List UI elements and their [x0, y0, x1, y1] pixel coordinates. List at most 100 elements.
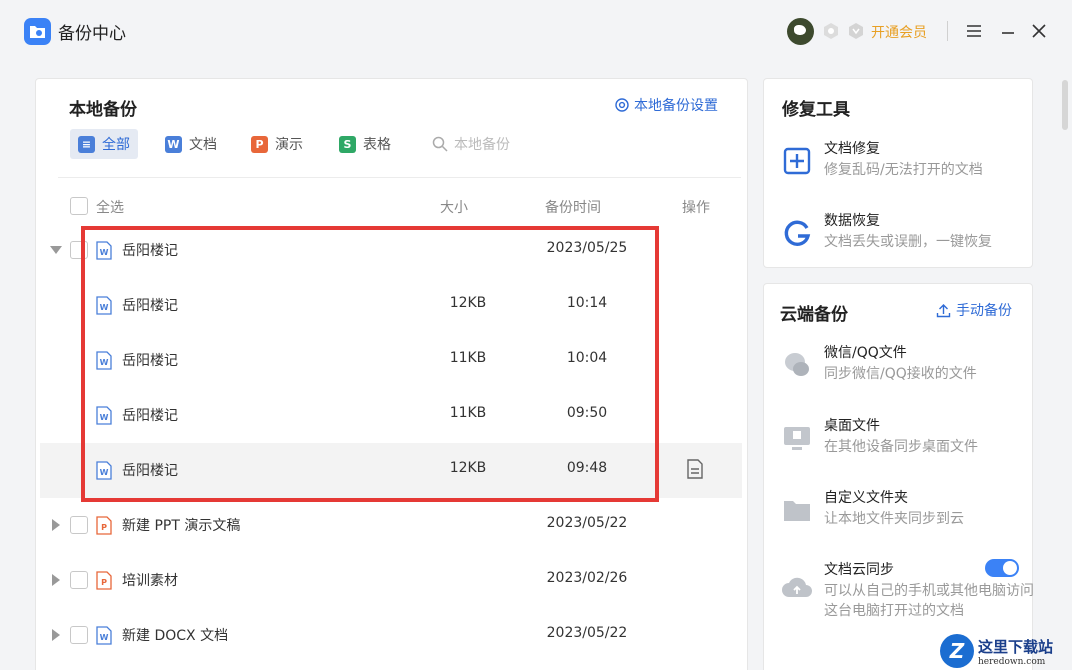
local-backup-settings-link[interactable]: 本地备份设置: [614, 95, 718, 115]
file-name: 岳阳楼记: [122, 353, 178, 369]
tool-desc: 修复乱码/无法打开的文档: [824, 162, 983, 178]
expand-arrow-icon[interactable]: [50, 627, 62, 643]
manual-backup-label: 手动备份: [956, 303, 1012, 319]
titlebar-divider: [947, 21, 948, 41]
table-row[interactable]: W 岳阳楼记 12KB 10:14: [40, 278, 742, 333]
open-file-icon[interactable]: [686, 459, 704, 479]
data-recovery-icon: [784, 220, 811, 246]
settings-label: 本地备份设置: [634, 98, 718, 114]
svg-text:W: W: [100, 303, 109, 312]
watermark-text: 这里下载站 heredown.com: [978, 636, 1053, 667]
cloud-item-name: 桌面文件: [824, 418, 880, 434]
select-all-checkbox[interactable]: [70, 197, 88, 215]
table-row[interactable]: W 岳阳楼记 11KB 09:50: [40, 388, 742, 443]
open-vip-link[interactable]: 开通会员: [871, 22, 927, 42]
minimize-button[interactable]: [997, 20, 1019, 42]
ppt-icon: P: [251, 135, 268, 153]
local-backup-panel: 本地备份 本地备份设置 ≡ 全部 W 文档 P 演示 S 表格 本地备份 全选 …: [35, 78, 748, 670]
table-row[interactable]: W 岳阳楼记 2023/05/25: [40, 223, 742, 278]
menu-button[interactable]: [963, 20, 985, 42]
svg-text:W: W: [100, 413, 109, 422]
col-time: 备份时间: [545, 200, 601, 216]
expand-arrow-icon[interactable]: [50, 517, 62, 533]
minimize-icon: [1002, 32, 1014, 34]
data-recovery-tool[interactable]: 数据恢复 文档丢失或误删，一键恢复: [780, 210, 1030, 258]
search-icon: [432, 136, 448, 152]
word-file-icon: W: [96, 406, 112, 425]
row-checkbox[interactable]: [70, 516, 88, 534]
menu-icon: [967, 25, 981, 37]
filter-all-label: 全部: [102, 137, 130, 153]
cloud-item-desc: 在其他设备同步桌面文件: [824, 439, 978, 455]
cloud-backup-panel: 云端备份 手动备份 微信/QQ文件 同步微信/QQ接收的文件 桌面文件 在其他设…: [763, 283, 1034, 670]
file-size: 11KB: [449, 405, 487, 421]
search-placeholder: 本地备份: [454, 137, 510, 153]
filter-ppt[interactable]: P 演示: [251, 129, 303, 159]
word-file-icon: W: [96, 626, 112, 645]
backup-time: 2023/05/25: [546, 240, 628, 256]
divider: [58, 177, 741, 178]
repair-tools-panel: 修复工具 文档修复 修复乱码/无法打开的文档 数据恢复 文档丢失或误删，一键恢复: [763, 78, 1033, 268]
app-logo-icon: [24, 18, 51, 45]
cloud-item-chat[interactable]: 微信/QQ文件 同步微信/QQ接收的文件: [780, 342, 1030, 390]
table-row[interactable]: W 新建 DOCX 文档 2023/05/22: [40, 608, 742, 663]
filter-ppt-label: 演示: [275, 137, 303, 153]
member-badge-icon: [824, 23, 838, 39]
filter-doc-label: 文档: [189, 137, 217, 153]
backup-time: 2023/05/22: [546, 515, 628, 531]
file-size: 11KB: [449, 350, 487, 366]
cloud-item-name: 自定义文件夹: [824, 490, 908, 506]
table-row[interactable]: P 新建 PPT 演示文稿 2023/05/22: [40, 498, 742, 553]
cloud-item-desc: 让本地文件夹同步到云: [824, 511, 964, 527]
doc-repair-tool[interactable]: 文档修复 修复乱码/无法打开的文档: [780, 138, 1030, 186]
svg-text:W: W: [100, 358, 109, 367]
doc-sync-toggle[interactable]: [985, 559, 1019, 577]
cloud-item-desktop[interactable]: 桌面文件 在其他设备同步桌面文件: [780, 415, 1030, 463]
file-name: 岳阳楼记: [122, 298, 178, 314]
doc-repair-icon: [783, 147, 811, 175]
sheet-icon: S: [339, 135, 356, 153]
row-checkbox[interactable]: [70, 626, 88, 644]
file-name: 岳阳楼记: [122, 243, 178, 259]
avatar[interactable]: [787, 18, 814, 45]
row-checkbox[interactable]: [70, 571, 88, 589]
search-input[interactable]: 本地备份: [432, 129, 510, 159]
ppt-file-icon: P: [96, 571, 112, 590]
filter-sheet[interactable]: S 表格: [339, 129, 391, 159]
close-button[interactable]: [1028, 20, 1050, 42]
folder-icon: [784, 501, 810, 521]
vip-badge-icon: [849, 23, 863, 39]
filter-doc[interactable]: W 文档: [165, 129, 217, 159]
collapse-arrow-icon[interactable]: [50, 242, 62, 258]
word-file-icon: W: [96, 461, 112, 480]
file-name: 岳阳楼记: [122, 463, 178, 479]
file-name: 新建 DOCX 文档: [122, 628, 229, 644]
table-row[interactable]: W 岳阳楼记 12KB 09:48: [40, 443, 742, 498]
watermark-cn: 这里下载站: [978, 637, 1054, 656]
svg-text:P: P: [101, 578, 107, 587]
cloud-item-folder[interactable]: 自定义文件夹 让本地文件夹同步到云: [780, 487, 1030, 535]
cloud-item-desc: 同步微信/QQ接收的文件: [824, 366, 977, 382]
table-row[interactable]: P 培训素材 2023/02/26: [40, 553, 742, 608]
table-row[interactable]: W 岳阳楼记 11KB 10:04: [40, 333, 742, 388]
word-file-icon: W: [96, 296, 112, 315]
backup-time: 10:14: [566, 295, 608, 311]
word-file-icon: W: [96, 241, 112, 260]
file-name: 培训素材: [122, 573, 178, 589]
row-checkbox[interactable]: [70, 241, 88, 259]
file-name: 岳阳楼记: [122, 408, 178, 424]
word-icon: W: [165, 135, 182, 153]
svg-text:W: W: [100, 633, 109, 642]
cloud-item-name: 文档云同步: [824, 562, 894, 578]
ppt-file-icon: P: [96, 516, 112, 535]
manual-backup-button[interactable]: 手动备份: [936, 300, 1012, 320]
close-icon: [1032, 24, 1046, 38]
filter-all[interactable]: ≡ 全部: [70, 129, 138, 159]
app-title: 备份中心: [58, 24, 126, 44]
desktop-icon: [784, 427, 810, 450]
backup-time: 09:48: [566, 460, 608, 476]
expand-arrow-icon[interactable]: [50, 572, 62, 588]
word-file-icon: W: [96, 351, 112, 370]
title-bar: 备份中心 开通会员: [0, 0, 1072, 62]
scrollbar[interactable]: [1062, 80, 1068, 130]
